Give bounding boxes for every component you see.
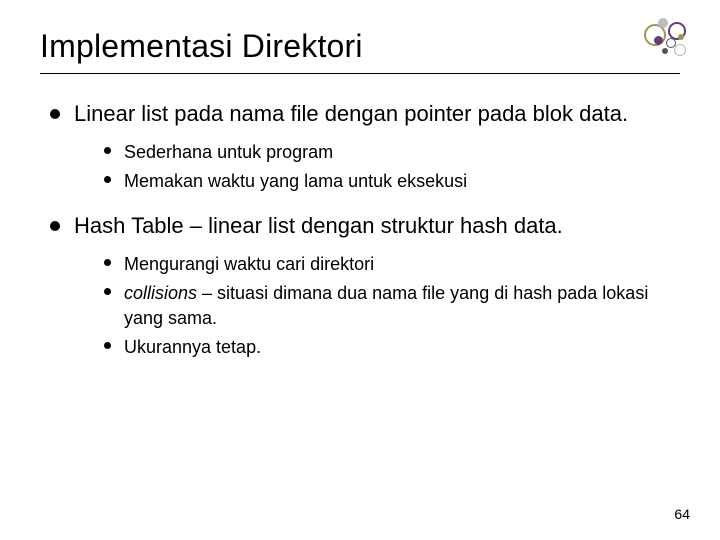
bullet-text: Hash Table – linear list dengan struktur…: [74, 213, 563, 238]
subbullet: Memakan waktu yang lama untuk eksekusi: [102, 169, 680, 193]
slide: Implementasi Direktori Linear list pada …: [0, 0, 720, 540]
bullet-list-level2: Sederhana untuk program Memakan waktu ya…: [74, 140, 680, 194]
subbullet: collisions – situasi dimana dua nama fil…: [102, 281, 680, 330]
slide-title: Implementasi Direktori: [40, 28, 680, 65]
italic-term: collisions: [124, 283, 197, 303]
bullet-text: Linear list pada nama file dengan pointe…: [74, 101, 628, 126]
bullet-linear-list: Linear list pada nama file dengan pointe…: [46, 100, 680, 194]
subbullet: Ukurannya tetap.: [102, 335, 680, 359]
bullet-list-level2: Mengurangi waktu cari direktori collisio…: [74, 252, 680, 359]
subbullet: Sederhana untuk program: [102, 140, 680, 164]
bullet-list-level1: Linear list pada nama file dengan pointe…: [40, 100, 680, 359]
title-underline: [40, 73, 680, 74]
corner-ornament: [644, 18, 694, 62]
bullet-hash-table: Hash Table – linear list dengan struktur…: [46, 212, 680, 359]
subbullet: Mengurangi waktu cari direktori: [102, 252, 680, 276]
subbullet-text-rest: – situasi dimana dua nama file yang di h…: [124, 283, 648, 327]
page-number: 64: [674, 506, 690, 522]
